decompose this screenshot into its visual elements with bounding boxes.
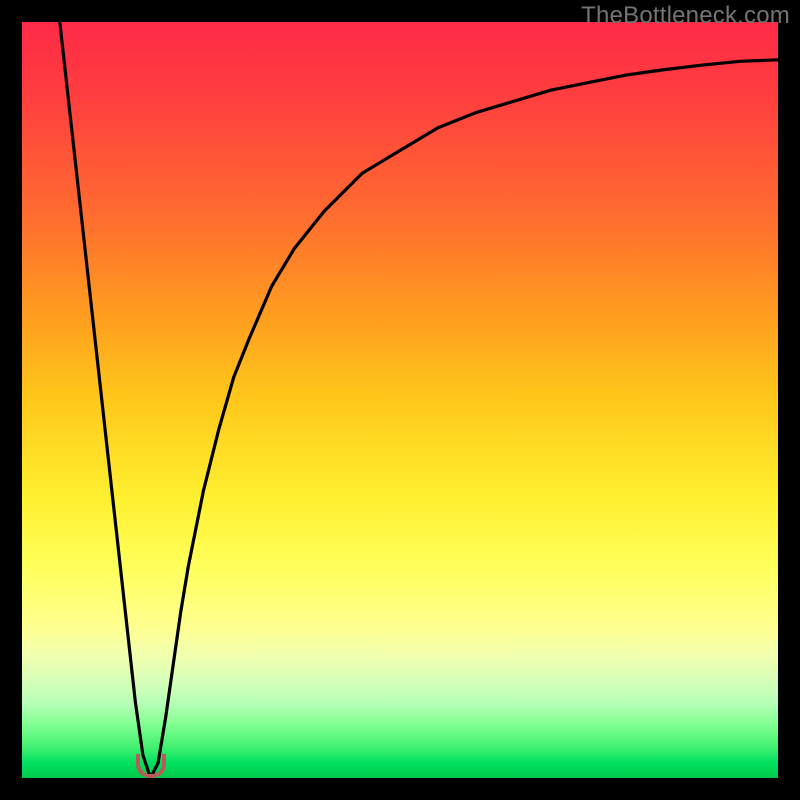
chart-frame: TheBottleneck.com: [0, 0, 800, 800]
optimal-marker-icon: [136, 754, 166, 778]
watermark-text: TheBottleneck.com: [581, 2, 790, 30]
gradient-plot-area: [22, 22, 778, 778]
